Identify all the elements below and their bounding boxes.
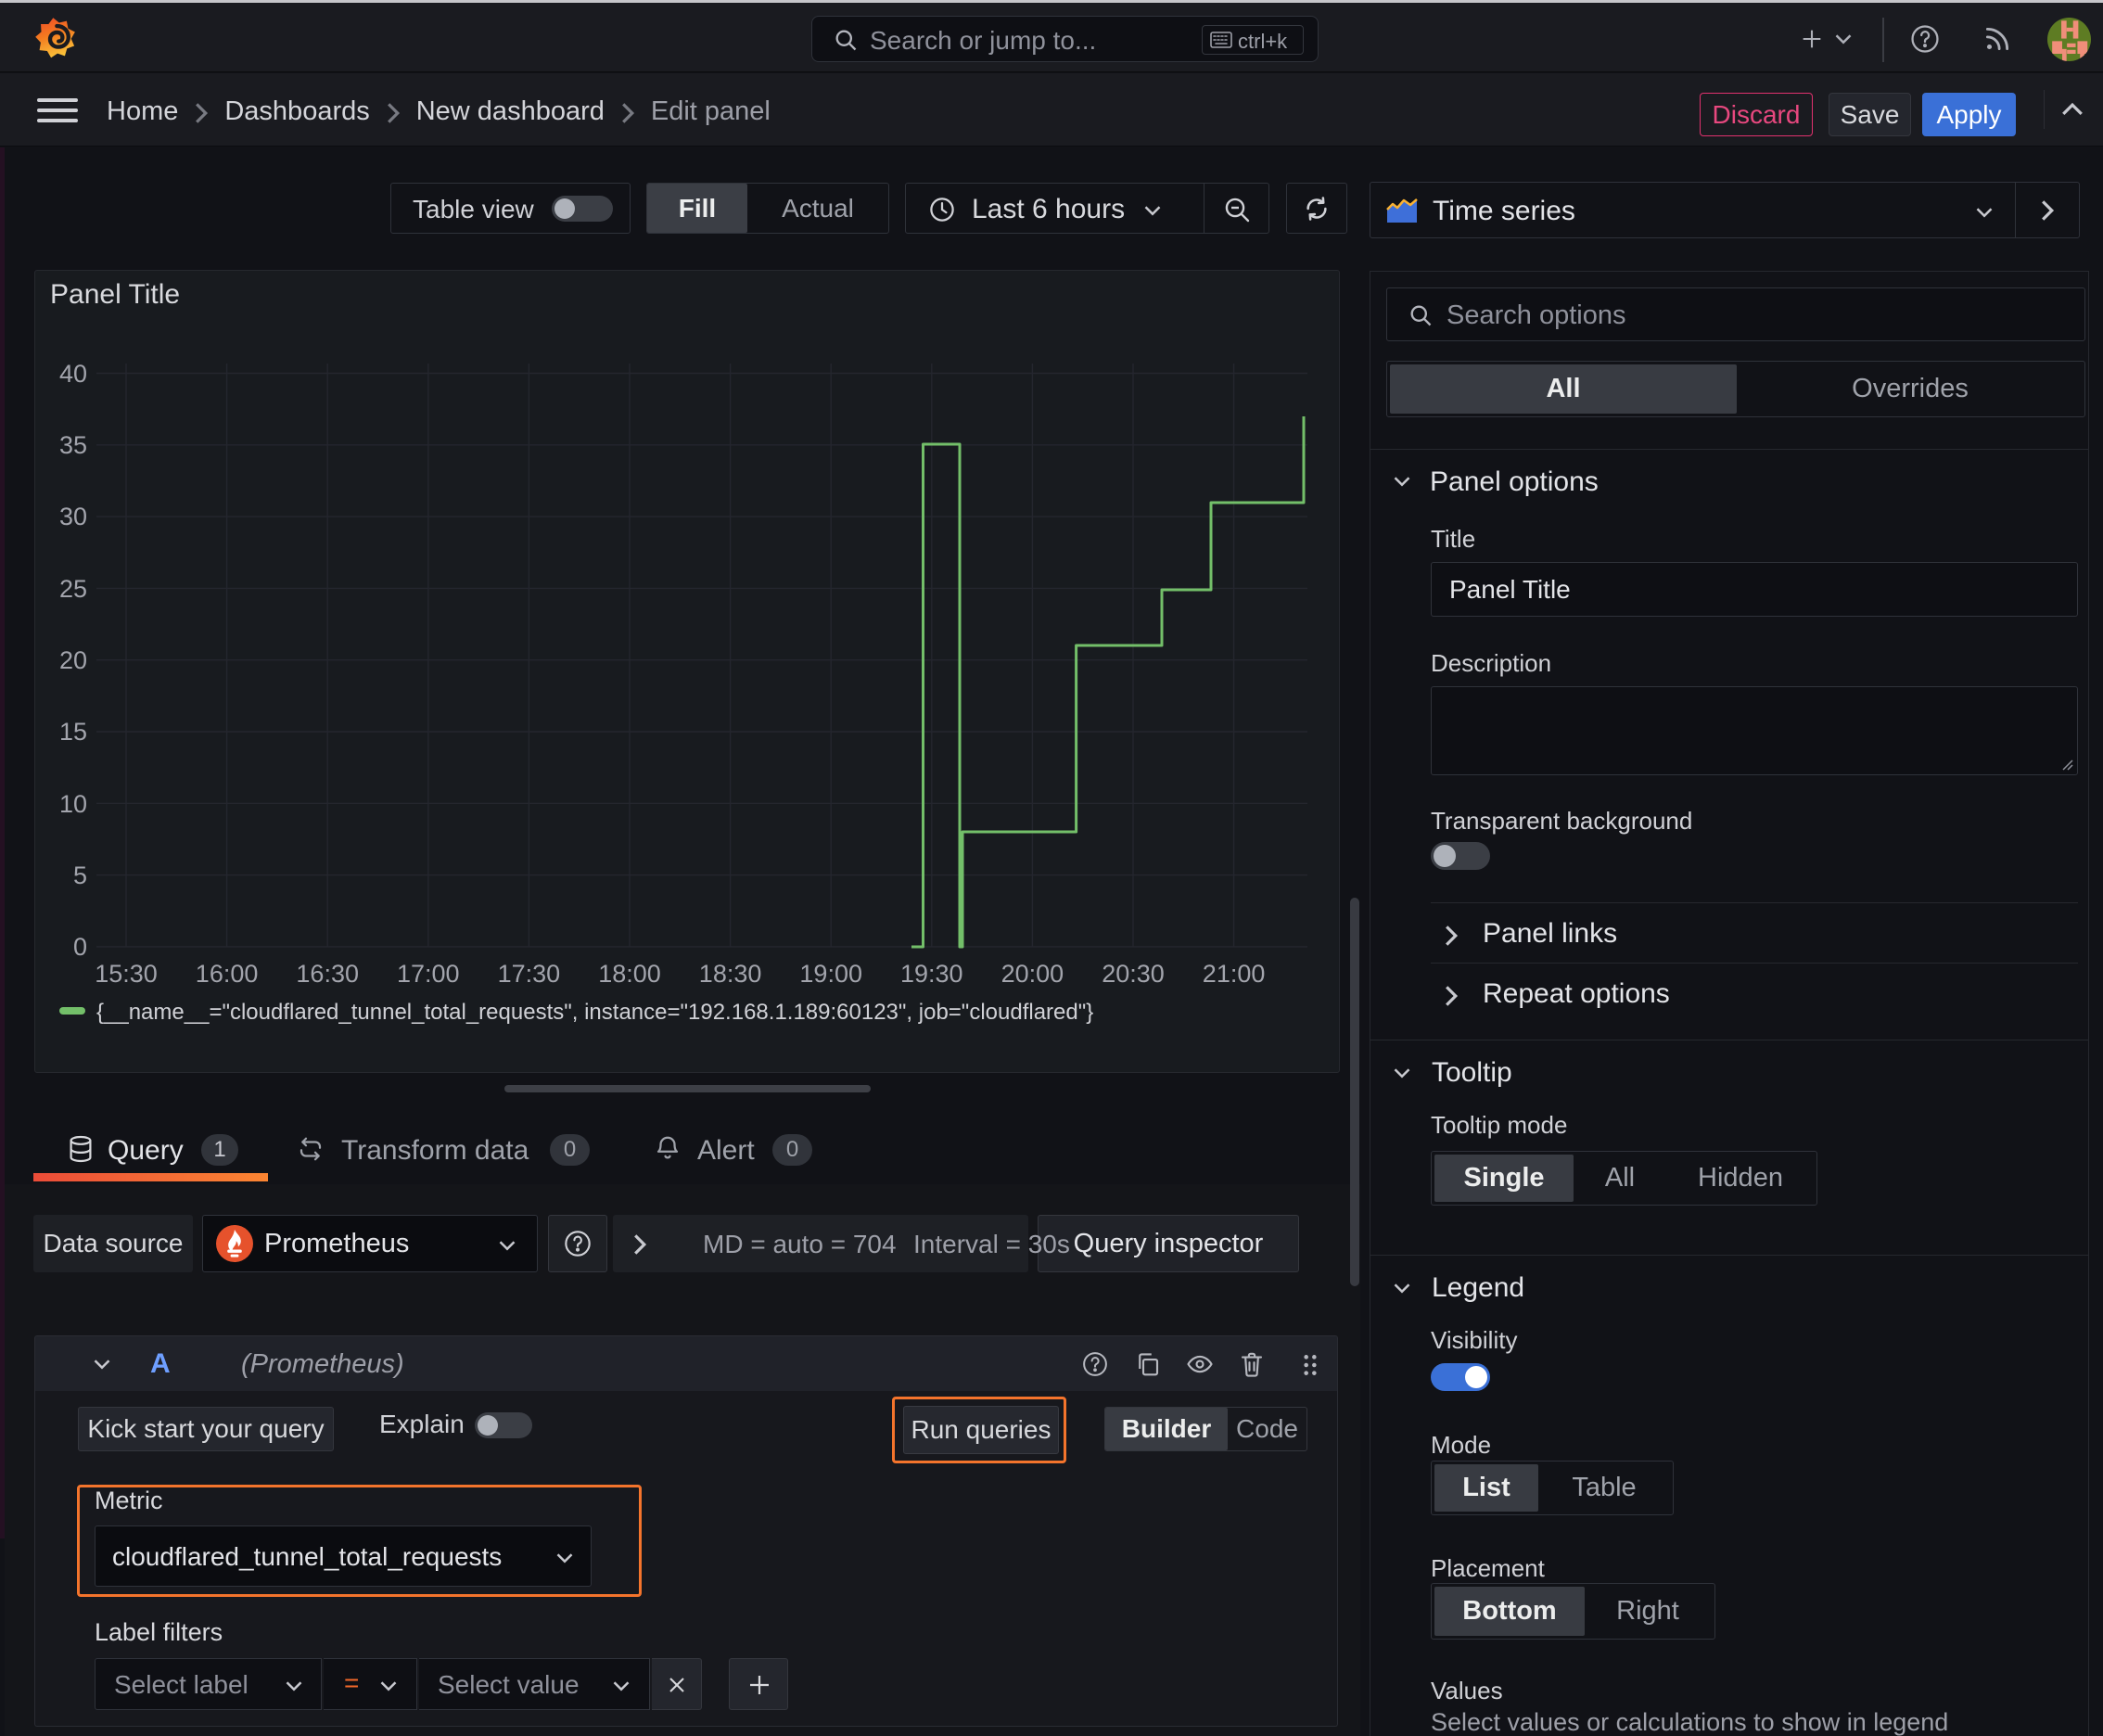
svg-text:20:30: 20:30 [1102, 960, 1165, 988]
svg-text:Panel Title: Panel Title [50, 279, 180, 310]
svg-text:21:00: 21:00 [1203, 960, 1266, 988]
svg-text:15: 15 [59, 718, 87, 746]
svg-text:16:30: 16:30 [296, 960, 359, 988]
svg-text:19:30: 19:30 [900, 960, 963, 988]
svg-text:17:30: 17:30 [498, 960, 561, 988]
svg-text:35: 35 [59, 431, 87, 459]
svg-text:15:30: 15:30 [95, 960, 158, 988]
svg-text:20: 20 [59, 646, 87, 674]
svg-text:5: 5 [73, 862, 87, 889]
svg-text:30: 30 [59, 503, 87, 530]
svg-text:0: 0 [73, 933, 87, 961]
svg-text:18:30: 18:30 [699, 960, 762, 988]
svg-text:10: 10 [59, 790, 87, 818]
svg-text:{__name__="cloudflared_tunnel_: {__name__="cloudflared_tunnel_total_requ… [96, 1000, 1093, 1025]
svg-text:17:00: 17:00 [397, 960, 460, 988]
svg-text:25: 25 [59, 575, 87, 603]
svg-text:19:00: 19:00 [799, 960, 862, 988]
svg-text:18:00: 18:00 [598, 960, 661, 988]
svg-text:40: 40 [59, 360, 87, 388]
svg-text:16:00: 16:00 [196, 960, 259, 988]
svg-text:20:00: 20:00 [1001, 960, 1064, 988]
